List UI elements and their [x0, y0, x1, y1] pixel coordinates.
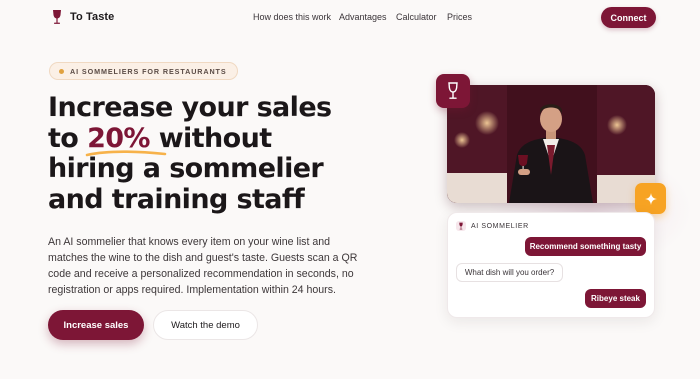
headline-line-4: and training staff	[48, 183, 305, 215]
badge-dot	[59, 68, 64, 74]
chat-message-guest: Recommend something tasty	[525, 237, 646, 256]
sparkle-icon	[644, 192, 657, 205]
nav-prices[interactable]: Prices	[447, 12, 472, 22]
sparkle-tile	[635, 183, 666, 214]
headline-line-1: Increase your sales	[48, 92, 332, 123]
watch-demo-button[interactable]: Watch the demo	[153, 310, 258, 340]
hero-headline: Increase your sales to 20% without hirin…	[48, 92, 408, 215]
chat-title: AI SOMMELIER	[471, 222, 529, 230]
sommelier-photo	[447, 85, 655, 203]
brand-logo[interactable]: To Taste	[50, 9, 114, 25]
wine-glass-icon	[456, 221, 466, 231]
badge-label: AI SOMMELIERS FOR RESTAURANTS	[70, 66, 227, 76]
headline-line-2-pre: to	[48, 122, 88, 154]
nav-calculator[interactable]: Calculator	[396, 12, 437, 22]
headline-line-2-post: without	[149, 122, 272, 154]
hero-badge: AI SOMMELIERS FOR RESTAURANTS	[49, 62, 238, 80]
sommelier-illustration	[447, 85, 655, 203]
wine-glass-tile	[436, 74, 470, 108]
hero-description: An AI sommelier that knows every item on…	[48, 236, 358, 296]
brand-name: To Taste	[70, 11, 115, 23]
highlight-underline	[85, 150, 167, 157]
wine-glass-icon	[53, 10, 61, 24]
chat-header: AI SOMMELIER	[456, 221, 529, 231]
wine-glass-icon	[448, 82, 458, 99]
nav-advantages[interactable]: Advantages	[339, 12, 387, 22]
chat-message-guest: Ribeye steak	[585, 289, 646, 308]
connect-button[interactable]: Connect	[601, 7, 656, 28]
headline-highlight: 20%	[85, 123, 167, 157]
increase-sales-button[interactable]: Increase sales	[48, 310, 144, 340]
chat-message-ai: What dish will you order?	[456, 263, 563, 282]
nav-how-it-works[interactable]: How does this work	[253, 12, 331, 22]
